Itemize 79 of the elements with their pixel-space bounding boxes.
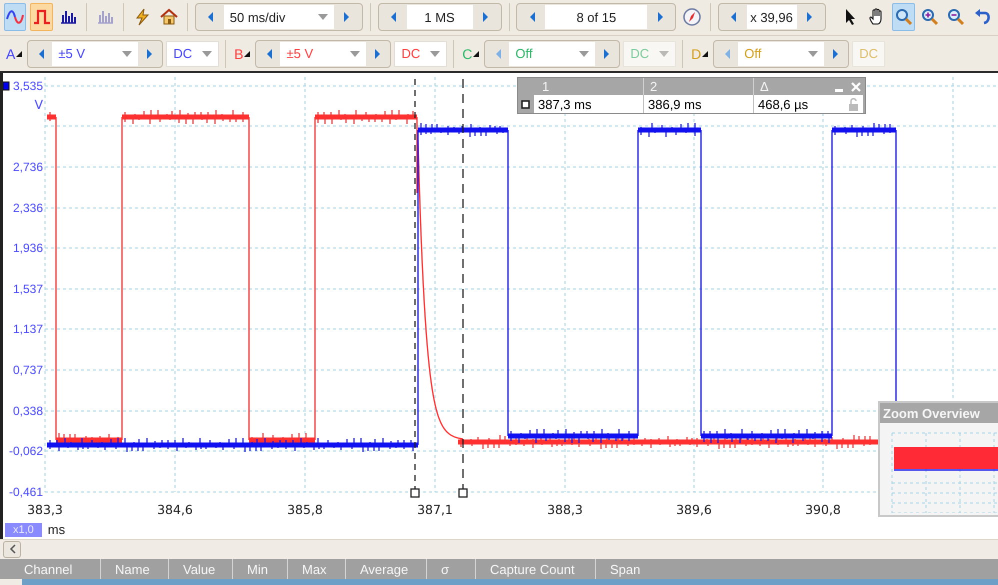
axis-label: 0,338 — [12, 404, 43, 418]
undo-icon — [972, 7, 993, 28]
caret-icon — [350, 50, 360, 57]
caret-icon — [430, 50, 440, 57]
coupling-dropdown[interactable]: DC — [394, 40, 448, 67]
corner-icon — [16, 50, 22, 57]
axis-label: 388,3 — [547, 502, 583, 518]
cursor-value: 468,6 µs — [758, 96, 808, 112]
caret-icon — [579, 50, 590, 57]
mode-button[interactable] — [4, 3, 26, 32]
axis-label: -0,461 — [8, 485, 43, 500]
magnifier-icon — [894, 7, 914, 28]
close-icon — [850, 80, 862, 93]
axis-label: 390,8 — [805, 502, 841, 518]
arrow-left-icon — [36, 48, 46, 60]
cursor-value: 387,3 ms — [538, 96, 592, 112]
axis-unit: ms — [48, 522, 66, 538]
axis-unit: V — [34, 97, 43, 112]
zoom-in-icon — [920, 7, 940, 28]
house-icon — [158, 7, 179, 28]
channel-marker — [3, 82, 10, 91]
axis-label: 1,137 — [12, 322, 43, 336]
axis-label: 3,535 — [12, 79, 43, 94]
scale-badge[interactable]: x1,0 — [5, 522, 42, 537]
arrow-right-icon — [372, 48, 382, 60]
range-dropdown[interactable]: ±5 V — [52, 42, 138, 66]
compass-icon — [682, 7, 702, 28]
column-header[interactable]: Channel — [10, 559, 100, 580]
arrow-right-icon — [342, 11, 352, 24]
close-button[interactable] — [849, 80, 863, 94]
corner-icon — [244, 50, 250, 57]
panel-title: Zoom Overview — [880, 403, 998, 424]
axis-label: 389,6 — [676, 502, 712, 518]
range-dropdown[interactable]: Off — [509, 42, 596, 66]
range-dropdown[interactable]: ±5 V — [280, 42, 366, 66]
probe-menu-button[interactable]: A — [4, 40, 24, 67]
axis-label: 383,3 — [27, 502, 63, 518]
arrow-left-icon — [264, 48, 274, 60]
arrow-right-icon — [830, 48, 840, 60]
axis-label: 1,936 — [12, 241, 43, 256]
caret-icon — [202, 50, 212, 57]
zoom-tool-button[interactable] — [892, 3, 915, 32]
timebase-dropdown[interactable]: 50 ms/div — [224, 5, 334, 30]
axis-label: 387,1 — [417, 502, 453, 518]
caret-icon — [659, 50, 670, 57]
caret-icon — [122, 50, 132, 57]
corner-icon — [473, 50, 480, 57]
minimize-icon — [835, 88, 843, 92]
column-header: 2 — [650, 79, 658, 94]
corner-icon — [702, 50, 708, 57]
axis-label: 384,6 — [157, 502, 193, 518]
square-icon — [521, 100, 530, 109]
axis-label: 1,537 — [12, 282, 43, 296]
coupling-dropdown[interactable]: DC — [623, 40, 676, 67]
axis-label: -0,062 — [8, 444, 43, 458]
probe-menu-button[interactable]: D — [689, 40, 710, 67]
arrow-right-icon — [144, 48, 154, 60]
axis-label: 2,736 — [12, 160, 43, 174]
axis-label: 385,8 — [287, 502, 323, 518]
coupling-dropdown[interactable]: DC — [166, 40, 220, 67]
arrow-left-icon — [206, 11, 216, 24]
axis-label: 0,737 — [12, 363, 43, 378]
chevron-left-icon — [8, 544, 16, 554]
cursor-value: 386,9 ms — [648, 96, 702, 112]
probe-menu-button[interactable]: C — [460, 40, 482, 67]
axis-label: 2,336 — [12, 201, 43, 216]
scroll-left-button[interactable] — [3, 540, 21, 558]
range-dropdown[interactable]: Off — [738, 42, 824, 66]
column-header: 1 — [542, 79, 550, 94]
caret-icon — [808, 50, 818, 57]
probe-menu-button[interactable]: B — [232, 40, 252, 67]
column-header: Δ — [760, 79, 769, 94]
arrow-right-icon — [602, 48, 611, 60]
padlock-icon — [848, 98, 858, 111]
arrow-left-icon — [722, 48, 732, 60]
arrow-left-icon — [494, 48, 503, 60]
zoom-out-icon — [946, 7, 966, 28]
coupling-dropdown[interactable]: DC — [852, 40, 886, 67]
caret-icon — [318, 14, 328, 20]
